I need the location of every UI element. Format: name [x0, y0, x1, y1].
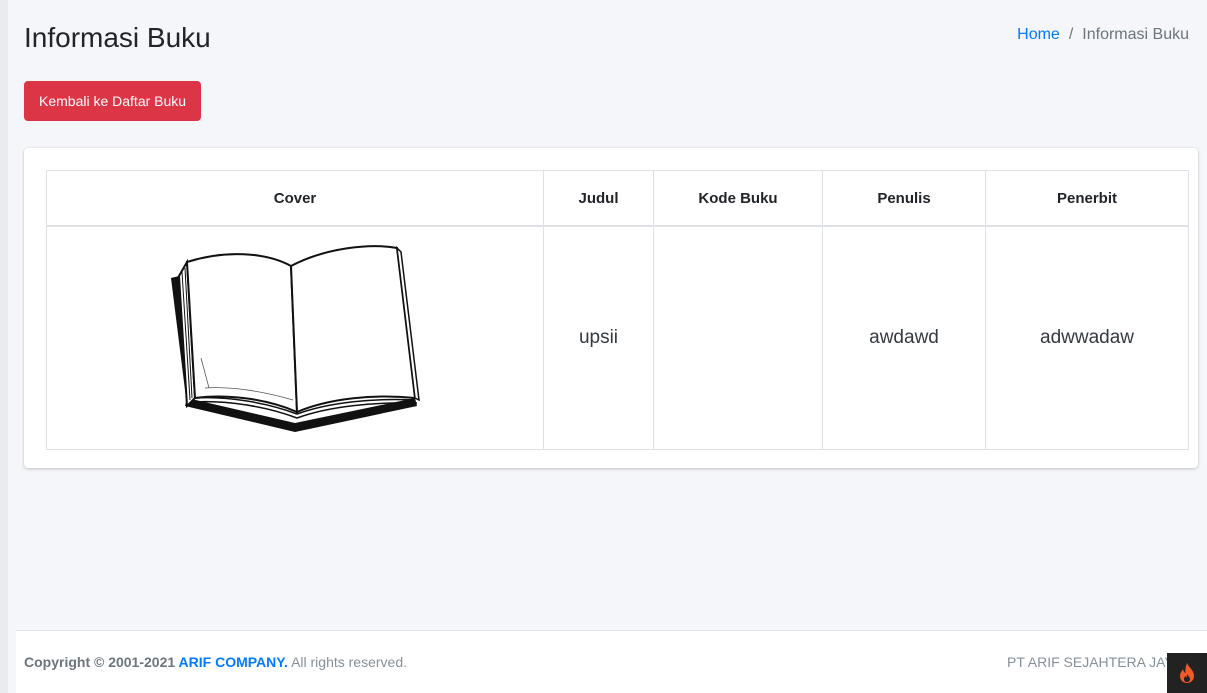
- column-header-penulis: Penulis: [822, 170, 986, 227]
- book-info-table: Cover Judul Kode Buku Penulis Penerbit u…: [46, 170, 1189, 450]
- column-header-cover: Cover: [46, 170, 544, 227]
- book-info-card: Cover Judul Kode Buku Penulis Penerbit u…: [24, 148, 1198, 468]
- content-header: Informasi Buku Home / Informasi Buku: [16, 0, 1207, 70]
- open-book-icon: [171, 245, 420, 432]
- debug-toolbar-button[interactable]: [1167, 653, 1207, 693]
- footer: Copyright © 2001-2021 ARIF COMPANY. All …: [16, 630, 1207, 693]
- breadcrumb-separator: /: [1068, 26, 1074, 43]
- page: Informasi Buku Home / Informasi Buku Kem…: [0, 0, 1207, 693]
- cell-penulis: awdawd: [822, 225, 986, 450]
- cell-cover: [46, 225, 544, 450]
- footer-copyright: Copyright © 2001-2021 ARIF COMPANY. All …: [24, 654, 407, 670]
- table-header-row: Cover Judul Kode Buku Penulis Penerbit: [46, 170, 1189, 227]
- cell-judul: upsii: [543, 225, 654, 450]
- column-header-kode-buku: Kode Buku: [653, 170, 823, 227]
- company-link[interactable]: ARIF COMPANY.: [179, 654, 288, 670]
- cell-kode-buku: [653, 225, 823, 450]
- page-title: Informasi Buku: [24, 22, 211, 53]
- copyright-prefix: Copyright © 2001-2021: [24, 654, 179, 670]
- back-to-book-list-button[interactable]: Kembali ke Daftar Buku: [24, 81, 202, 121]
- cell-penerbit: adwwadaw: [985, 225, 1189, 450]
- column-header-penerbit: Penerbit: [985, 170, 1189, 227]
- breadcrumb-current: Informasi Buku: [1082, 26, 1189, 43]
- table-row: upsii awdawd adwwadaw: [46, 225, 1189, 450]
- rights-text: All rights reserved.: [287, 654, 408, 670]
- column-header-judul: Judul: [543, 170, 654, 227]
- flame-icon: [1180, 663, 1194, 683]
- breadcrumb: Home / Informasi Buku: [1017, 26, 1189, 44]
- breadcrumb-home-link[interactable]: Home: [1017, 26, 1060, 44]
